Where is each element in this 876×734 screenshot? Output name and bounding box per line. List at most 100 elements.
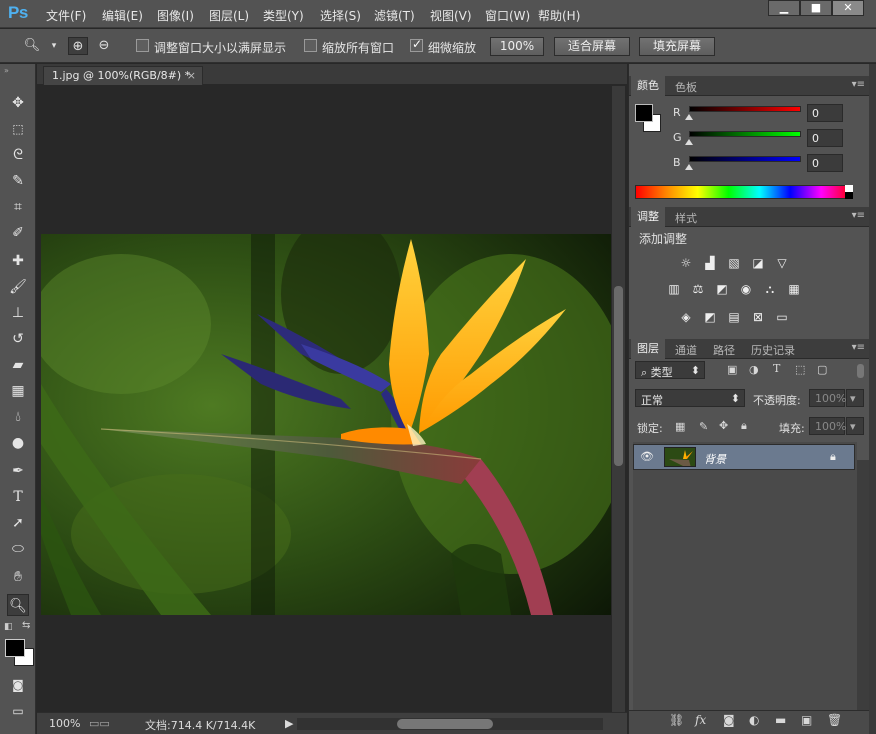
photo-filter-icon[interactable]: ◉ (737, 280, 755, 298)
invert-icon[interactable]: ◈ (677, 308, 695, 326)
pixel-filter-icon[interactable]: ▣ (727, 363, 737, 376)
zoom-in-icon[interactable]: ⊕ (68, 37, 88, 55)
channel-mixer-icon[interactable]: ⛬ (761, 280, 779, 298)
crop-tool-icon[interactable]: ⌗ (7, 196, 29, 218)
black-white-icon[interactable]: ◩ (713, 280, 731, 298)
collapse-icon[interactable]: » (4, 66, 9, 75)
tab-color[interactable]: 颜色 (631, 76, 665, 96)
brush-tool-icon[interactable]: 🖌︎ (7, 276, 29, 298)
b-slider-handle[interactable] (685, 164, 693, 170)
horizontal-scroll-thumb[interactable] (397, 719, 493, 729)
new-group-icon[interactable]: ▬ (775, 713, 786, 727)
screen-mode-icon[interactable]: ▭ (7, 700, 29, 722)
resize-windows-checkbox[interactable] (136, 39, 149, 52)
zoom-level[interactable]: 100% (49, 717, 80, 730)
menu-file[interactable]: 文件(F) (46, 7, 86, 24)
tab-channels[interactable]: 通道 (671, 342, 701, 358)
fill-field[interactable]: 100% (809, 417, 846, 435)
status-info-icon[interactable]: ▭▭ (89, 717, 110, 730)
gradient-tool-icon[interactable]: ▦ (7, 380, 29, 402)
g-slider-handle[interactable] (685, 139, 693, 145)
panel-foreground-swatch[interactable] (635, 104, 653, 122)
posterize-icon[interactable]: ◩ (701, 308, 719, 326)
r-slider[interactable] (689, 106, 801, 112)
delete-layer-icon[interactable]: 🗑︎ (827, 713, 842, 727)
new-adjustment-layer-icon[interactable]: ◐ (749, 713, 759, 727)
filter-toggle[interactable] (857, 364, 864, 378)
tab-layers[interactable]: 图层 (631, 339, 665, 359)
ellipse-tool-icon[interactable]: ⬭ (7, 538, 29, 560)
b-slider[interactable] (689, 156, 801, 162)
fill-dropdown-icon[interactable]: ▾ (846, 417, 864, 435)
blend-mode-select[interactable]: 正常 ⬍ (635, 389, 745, 407)
maximize-button[interactable]: ■ (800, 0, 832, 16)
menu-view[interactable]: 视图(V) (430, 7, 472, 24)
spectrum-white-chip[interactable] (845, 185, 853, 192)
r-slider-handle[interactable] (685, 114, 693, 120)
quick-select-tool-icon[interactable]: ✎ (7, 170, 29, 192)
adjustment-filter-icon[interactable]: ◑ (749, 363, 759, 376)
g-value-field[interactable]: 0 (807, 129, 843, 147)
zoom-tool-preset-icon[interactable]: 🔍︎ (22, 37, 42, 55)
swap-colors-icon[interactable]: ⇆ (22, 620, 30, 631)
canvas-image[interactable] (41, 234, 611, 615)
r-value-field[interactable]: 0 (807, 104, 843, 122)
hand-tool-icon[interactable]: ✋︎ (7, 566, 29, 588)
spectrum-black-chip[interactable] (845, 192, 853, 199)
zoom-out-icon[interactable]: ⊖ (94, 37, 114, 55)
actual-pixels-button[interactable]: 100% (490, 37, 544, 56)
horizontal-scrollbar[interactable] (297, 718, 603, 730)
pen-tool-icon[interactable]: ✒ (7, 460, 29, 482)
b-value-field[interactable]: 0 (807, 154, 843, 172)
eyedropper-tool-icon[interactable]: ✐ (7, 222, 29, 244)
close-tab-icon[interactable]: × (187, 69, 196, 82)
document-tab[interactable]: 1.jpg @ 100%(RGB/8#) * × (43, 66, 203, 85)
tab-adjustments[interactable]: 调整 (631, 207, 665, 227)
move-tool-icon[interactable]: ✥ (7, 92, 29, 114)
menu-select[interactable]: 选择(S) (320, 7, 361, 24)
smart-object-filter-icon[interactable]: ▢ (817, 363, 827, 376)
menu-filter[interactable]: 滤镜(T) (374, 7, 415, 24)
path-select-tool-icon[interactable]: ➚ (7, 512, 29, 534)
lock-transparent-icon[interactable]: ▦ (675, 420, 685, 433)
opacity-field[interactable]: 100% (809, 389, 846, 407)
zoom-tool-icon[interactable]: 🔍︎ (7, 594, 29, 616)
lasso-tool-icon[interactable]: ᘓ (7, 144, 29, 166)
new-layer-icon[interactable]: ▣ (801, 713, 812, 727)
blur-tool-icon[interactable]: 💧︎ (7, 406, 29, 428)
panel-menu-icon[interactable]: ▾≡ (852, 79, 865, 90)
layer-name[interactable]: 背景 (704, 451, 726, 467)
vibrance-icon[interactable]: ▽ (773, 254, 791, 272)
vertical-scrollbar[interactable] (612, 86, 625, 712)
selective-color-icon[interactable]: ⊠ (749, 308, 767, 326)
eye-icon[interactable]: 👁︎ (640, 450, 654, 463)
color-spectrum-bar[interactable] (635, 185, 853, 199)
minimize-button[interactable]: ▁ (768, 0, 800, 16)
vertical-scroll-thumb[interactable] (614, 286, 623, 466)
close-button[interactable]: ✕ (832, 0, 864, 16)
menu-window[interactable]: 窗口(W) (485, 7, 530, 24)
eraser-tool-icon[interactable]: ▰ (7, 354, 29, 376)
levels-icon[interactable]: ▟ (701, 254, 719, 272)
color-lookup-icon[interactable]: ▦ (785, 280, 803, 298)
tab-paths[interactable]: 路径 (709, 342, 739, 358)
threshold-icon[interactable]: ▤ (725, 308, 743, 326)
lock-pixels-icon[interactable]: ✎ (699, 420, 708, 433)
panel-menu-icon[interactable]: ▾≡ (852, 210, 865, 221)
marquee-tool-icon[interactable]: ⬚ (7, 118, 29, 140)
chevron-down-icon[interactable]: ▾ (44, 37, 64, 55)
dodge-tool-icon[interactable]: ● (7, 432, 29, 454)
link-layers-icon[interactable]: ⛓ (669, 713, 684, 727)
hue-saturation-icon[interactable]: ▥ (665, 280, 683, 298)
scrubby-zoom-checkbox[interactable] (410, 37, 423, 52)
layer-row[interactable]: 👁︎ 背景 🔒︎ (633, 444, 855, 470)
lock-all-icon[interactable]: 🔒︎ (741, 419, 747, 433)
tab-history[interactable]: 历史记录 (747, 342, 799, 358)
lock-position-icon[interactable]: ✥ (719, 419, 728, 432)
quick-mask-icon[interactable]: ◙ (7, 674, 29, 696)
shape-filter-icon[interactable]: ⬚ (795, 363, 805, 376)
menu-edit[interactable]: 编辑(E) (102, 7, 143, 24)
opacity-dropdown-icon[interactable]: ▾ (846, 389, 864, 407)
foreground-color-swatch[interactable] (5, 639, 25, 657)
menu-image[interactable]: 图像(I) (157, 7, 194, 24)
